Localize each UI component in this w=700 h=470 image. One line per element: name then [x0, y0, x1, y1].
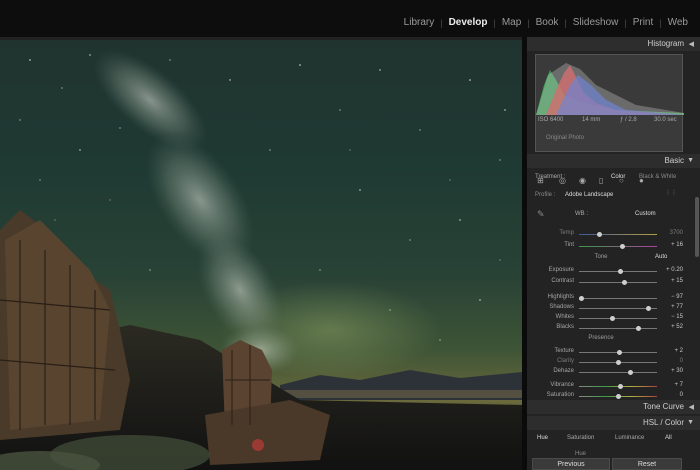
module-book[interactable]: Book	[530, 17, 565, 28]
slider-label-blacks: Blacks	[556, 324, 574, 330]
module-library[interactable]: Library	[398, 17, 441, 28]
slider-track-tint[interactable]	[579, 246, 657, 247]
slider-label-saturation: Saturation	[546, 392, 574, 398]
slider-knob-texture[interactable]	[616, 350, 622, 355]
collapse-triangle-icon: ◀	[688, 41, 694, 48]
slider-label-clarity: Clarity	[556, 358, 574, 364]
module-slideshow[interactable]: Slideshow	[567, 17, 625, 28]
wb-select[interactable]: Custom	[635, 211, 656, 217]
module-picker: Library | Develop | Map | Book | Slidesh…	[398, 17, 694, 28]
slider-label-dehaze: Dehaze	[553, 368, 574, 374]
tone-auto-button[interactable]: Auto	[655, 254, 667, 260]
slider-knob-whites[interactable]	[609, 316, 615, 321]
slider-value-texture[interactable]: + 2	[661, 348, 683, 354]
slider-track-temp[interactable]	[579, 234, 657, 235]
expand-triangle-icon: ▼	[687, 419, 694, 426]
module-web[interactable]: Web	[662, 17, 694, 28]
previous-button[interactable]: Previous	[532, 458, 610, 470]
basic-title: Basic	[664, 156, 684, 165]
reset-button[interactable]: Reset	[612, 458, 682, 470]
wb-label: WB :	[575, 211, 588, 217]
presence-group-label: Presence	[588, 335, 614, 341]
slider-value-dehaze[interactable]: + 30	[661, 368, 683, 374]
treatment-label: Treatment :	[535, 174, 566, 180]
develop-panel: Histogram ◀ ISO 6400 14 mm ƒ / 2.8 30.0 …	[527, 37, 700, 470]
histogram-iso: ISO 6400	[538, 117, 564, 123]
wb-eyedropper-icon[interactable]: ✎	[537, 209, 545, 220]
slider-value-highlights[interactable]: − 97	[661, 294, 683, 300]
slider-knob-tint[interactable]	[619, 244, 625, 249]
slider-value-saturation[interactable]: 0	[661, 392, 683, 398]
slider-value-blacks[interactable]: + 52	[661, 324, 683, 330]
histogram-aperture: ƒ / 2.8	[620, 117, 637, 123]
module-bar: Library | Develop | Map | Book | Slidesh…	[0, 0, 700, 37]
slider-knob-temp[interactable]	[596, 232, 602, 237]
module-develop[interactable]: Develop	[443, 17, 494, 28]
slider-label-highlights: Highlights	[547, 294, 574, 300]
slider-knob-saturation[interactable]	[616, 394, 621, 399]
slider-value-shadows[interactable]: + 77	[661, 304, 683, 310]
profile-select[interactable]: Adobe Landscape	[565, 192, 613, 198]
profile-browser-icon[interactable]: ⋮⋮	[665, 189, 677, 196]
slider-label-tint: Tint	[564, 242, 574, 248]
tone-curve-title: Tone Curve	[643, 402, 684, 411]
slider-label-shadows: Shadows	[549, 304, 574, 310]
basic-header[interactable]: Basic ▼	[527, 154, 700, 168]
hsl-header[interactable]: HSL / Color ▼	[527, 416, 700, 430]
profile-label: Profile :	[535, 192, 556, 198]
treatment-bw-option[interactable]: Black & White	[639, 174, 676, 180]
slider-label-contrast: Contrast	[551, 278, 574, 284]
original-photo-label[interactable]: Original Photo	[546, 135, 584, 141]
photo-preview[interactable]	[0, 40, 522, 470]
slider-track-highlights[interactable]	[579, 298, 657, 299]
histogram-graph: ISO 6400 14 mm ƒ / 2.8 30.0 sec Original…	[535, 54, 684, 152]
panel-scrollbar[interactable]	[695, 197, 699, 257]
slider-knob-blacks[interactable]	[636, 326, 642, 331]
slider-track-dehaze[interactable]	[579, 372, 657, 373]
slider-value-vibrance[interactable]: + 7	[661, 382, 683, 388]
treatment-color-option[interactable]: Color	[611, 174, 625, 180]
hsl-hue-label: Hue	[575, 451, 587, 457]
histogram-header[interactable]: Histogram ◀	[527, 37, 700, 51]
slider-track-whites[interactable]	[579, 318, 657, 319]
tone-group-label: Tone	[594, 254, 608, 260]
graduated-filter-icon[interactable]: ▯	[599, 176, 603, 185]
histogram-title: Histogram	[647, 39, 684, 48]
slider-knob-contrast[interactable]	[622, 280, 628, 285]
slider-label-temp: Temp	[559, 230, 574, 236]
hsl-tab-saturation[interactable]: Saturation	[567, 435, 594, 441]
tone-curve-header[interactable]: Tone Curve ◀	[527, 400, 700, 414]
hsl-tab-all[interactable]: All	[665, 435, 672, 441]
slider-knob-highlights[interactable]	[579, 296, 585, 301]
slider-value-clarity[interactable]: 0	[661, 358, 683, 364]
hsl-tab-luminance[interactable]: Luminance	[615, 435, 644, 441]
slider-value-tint[interactable]: + 16	[661, 242, 683, 248]
slider-label-texture: Texture	[554, 348, 574, 354]
slider-value-whites[interactable]: − 15	[661, 314, 683, 320]
histogram-shutter: 30.0 sec	[654, 117, 677, 123]
hsl-title: HSL / Color	[642, 418, 684, 427]
night-sky-photo	[0, 49, 522, 470]
expand-triangle-icon: ▼	[687, 157, 694, 164]
slider-value-exposure[interactable]: + 0.20	[661, 267, 683, 273]
slider-track-blacks[interactable]	[579, 328, 657, 329]
slider-label-vibrance: Vibrance	[550, 382, 574, 388]
histogram-focal: 14 mm	[582, 117, 601, 123]
module-map[interactable]: Map	[496, 17, 527, 28]
slider-label-exposure: Exposure	[548, 267, 574, 273]
slider-knob-exposure[interactable]	[617, 269, 623, 274]
slider-knob-shadows[interactable]	[645, 306, 651, 311]
histogram-chart	[536, 63, 684, 115]
slider-value-contrast[interactable]: + 15	[661, 278, 683, 284]
slider-knob-clarity[interactable]	[616, 360, 621, 365]
slider-label-whites: Whites	[555, 314, 574, 320]
collapse-triangle-icon: ◀	[688, 404, 694, 411]
slider-value-temp[interactable]: 3700	[661, 230, 683, 236]
red-eye-icon[interactable]: ◉	[579, 176, 586, 185]
slider-track-contrast[interactable]	[579, 282, 657, 283]
slider-knob-dehaze[interactable]	[627, 370, 633, 375]
hsl-tab-hue[interactable]: Hue	[537, 435, 548, 441]
slider-knob-vibrance[interactable]	[618, 384, 624, 389]
module-print[interactable]: Print	[627, 17, 660, 28]
